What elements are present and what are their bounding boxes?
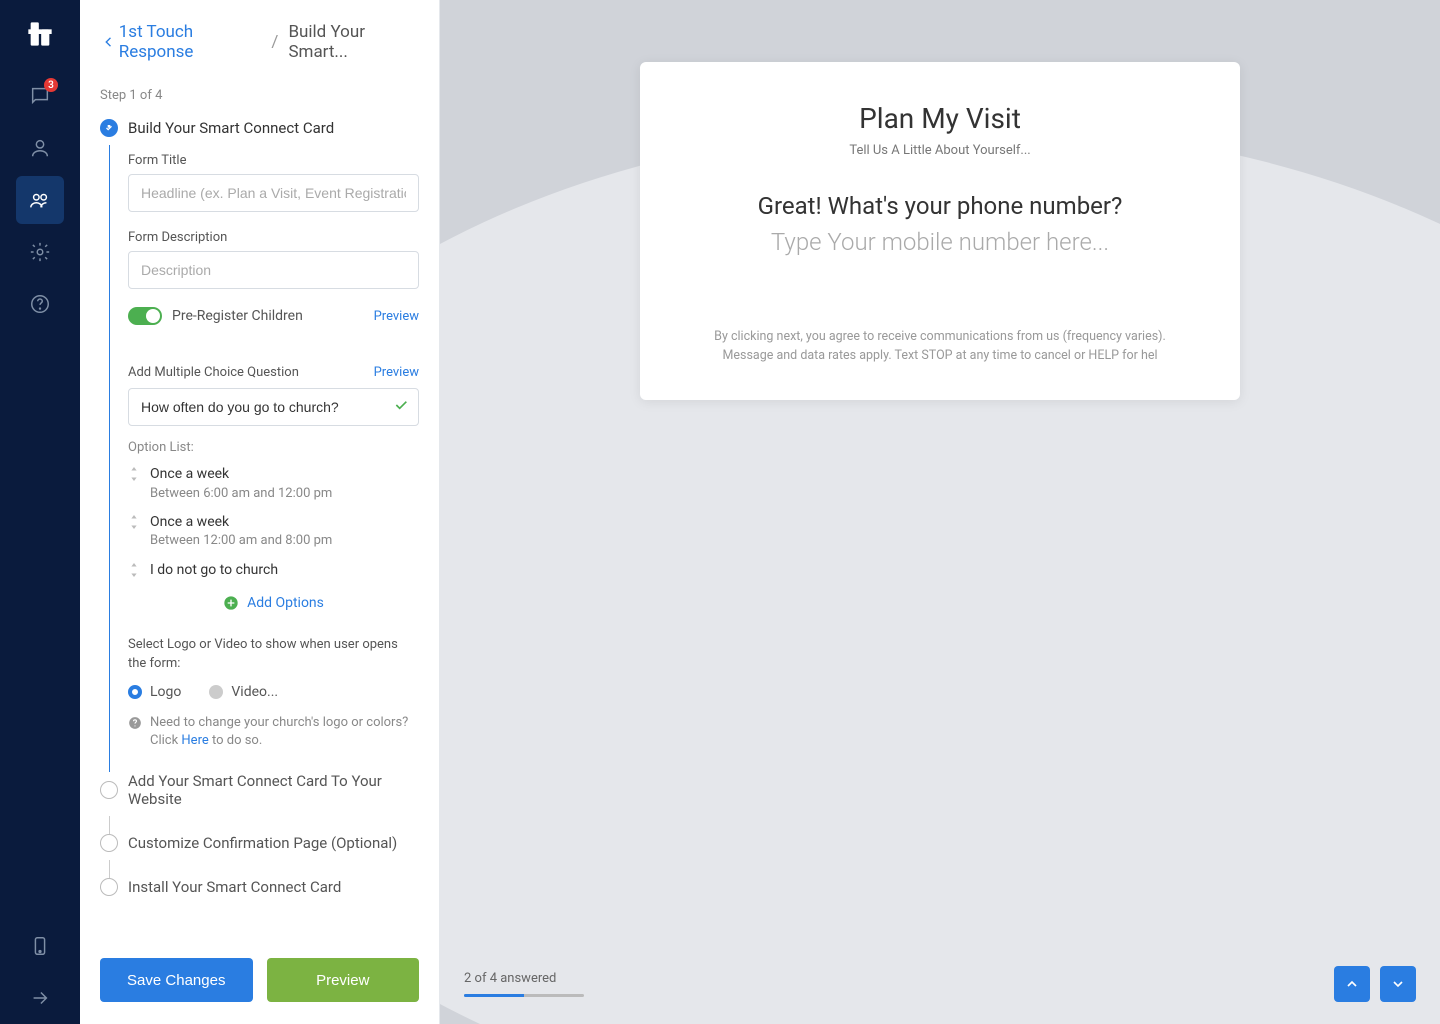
step-indicator: Step 1 of 4 [100,88,419,103]
preview-sub: Tell Us A Little About Yourself... [688,143,1192,158]
mc-preview-link[interactable]: Preview [374,365,419,380]
option-item[interactable]: Once a week Between 12:00 am and 8:00 pm [128,513,419,551]
step-4-bullet [100,878,118,896]
nav-rail: 3 [0,0,80,1024]
mc-label: Add Multiple Choice Question [128,365,299,380]
step-1-bullet [100,119,118,137]
step-3-bullet [100,834,118,852]
option-list-label: Option List: [128,440,419,455]
helper-here-link[interactable]: Here [181,733,208,748]
preview-disclaimer: By clicking next, you agree to receive c… [688,328,1192,366]
nav-people[interactable] [16,176,64,224]
check-icon [393,397,409,417]
form-title-label: Form Title [128,153,419,168]
option-item[interactable]: Once a week Between 6:00 am and 12:00 pm [128,465,419,503]
helper-text: Need to change your church's logo or col… [128,714,419,750]
preview-button[interactable]: Preview [267,958,420,1002]
add-option-button[interactable]: Add Options [128,595,419,611]
step-2-title[interactable]: Add Your Smart Connect Card To Your Webs… [128,772,419,808]
nav-prev-button[interactable] [1334,966,1370,1002]
form-desc-input[interactable] [128,251,419,289]
drag-icon[interactable] [128,515,140,533]
form-desc-label: Form Description [128,230,419,245]
breadcrumb: 1st Touch Response / Build Your Smart... [100,22,419,62]
nav-person[interactable] [16,124,64,172]
nav-help[interactable] [16,280,64,328]
step-1-title: Build Your Smart Connect Card [128,119,334,137]
preview-title: Plan My Visit [688,102,1192,135]
breadcrumb-current: Build Your Smart... [288,22,419,62]
nav-next-button[interactable] [1380,966,1416,1002]
radio-video[interactable]: Video... [209,684,278,700]
progress-bar [464,994,584,997]
form-title-input[interactable] [128,174,419,212]
preview-question: Great! What's your phone number? [688,192,1192,220]
step-3-title[interactable]: Customize Confirmation Page (Optional) [128,834,397,852]
app-logo [24,18,56,50]
radio-logo[interactable]: Logo [128,684,181,700]
preregister-toggle[interactable] [128,307,162,325]
step-2-bullet [100,781,118,799]
progress-label: 2 of 4 answered [464,971,584,986]
media-label: Select Logo or Video to show when user o… [128,635,419,674]
option-item[interactable]: I do not go to church [128,561,419,581]
breadcrumb-back[interactable]: 1st Touch Response [100,22,261,62]
nav-settings[interactable] [16,228,64,276]
mc-question-input[interactable] [128,388,419,426]
preregister-preview-link[interactable]: Preview [374,309,419,324]
preregister-label: Pre-Register Children [172,308,303,324]
nav-mobile[interactable] [16,922,64,970]
preview-card: Plan My Visit Tell Us A Little About You… [640,62,1240,400]
nav-collapse[interactable] [16,974,64,1022]
step-4-title[interactable]: Install Your Smart Connect Card [128,878,341,896]
nav-messages[interactable]: 3 [16,72,64,120]
preview-phone-input[interactable]: Type Your mobile number here... [688,228,1192,256]
nav-badge: 3 [44,78,58,92]
save-button[interactable]: Save Changes [100,958,253,1002]
preview-area: Plan My Visit Tell Us A Little About You… [440,0,1440,1024]
drag-icon[interactable] [128,467,140,485]
drag-icon[interactable] [128,563,140,581]
config-panel: 1st Touch Response / Build Your Smart...… [80,0,440,1024]
